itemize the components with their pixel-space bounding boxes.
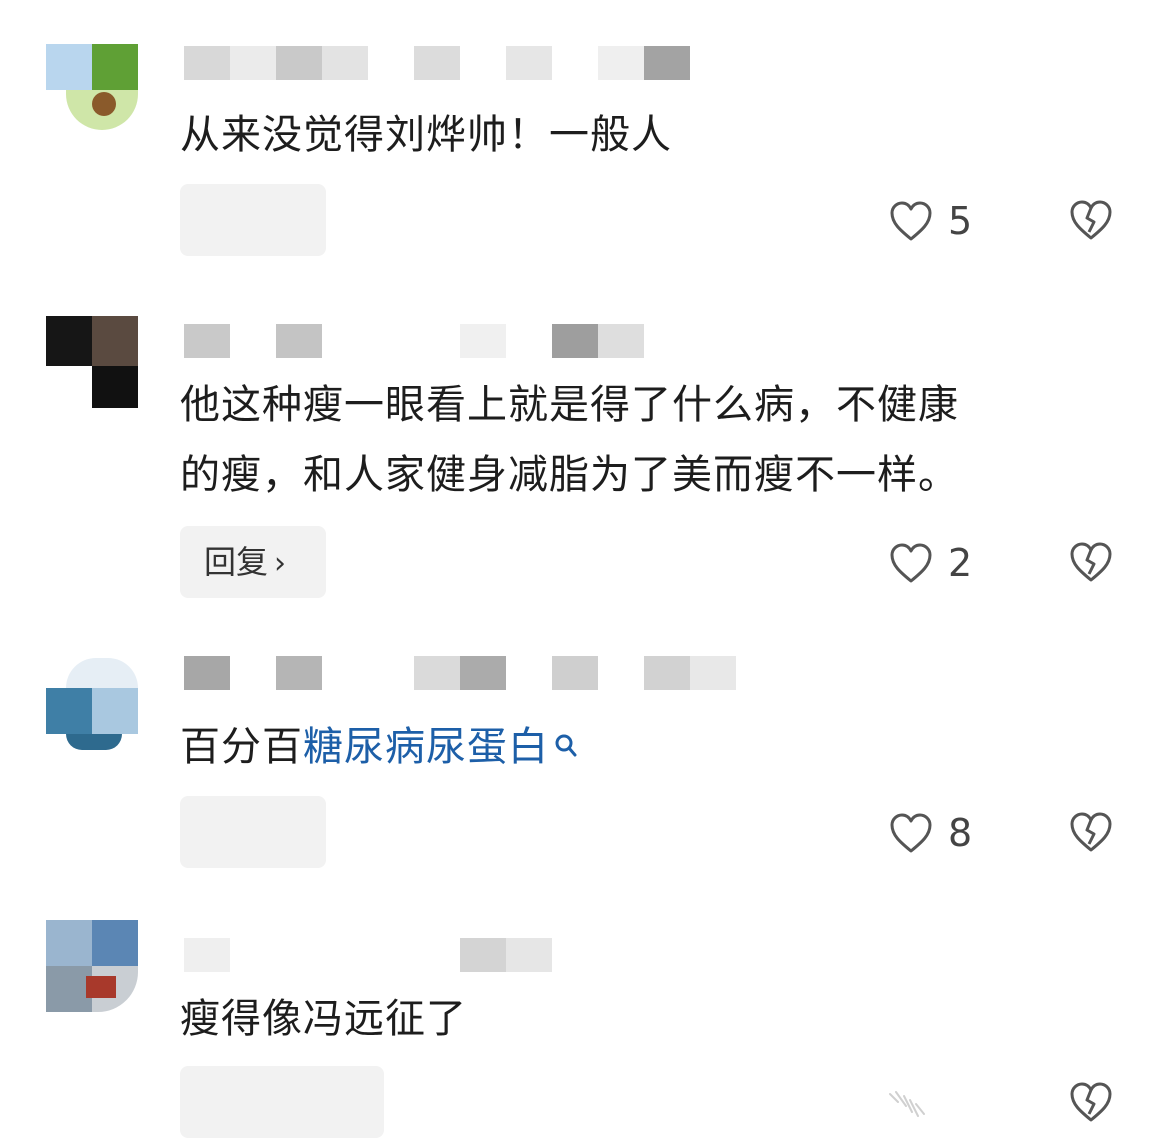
comment-text: 瘦得像冯远征了: [180, 996, 467, 1042]
comment-text: 百分百糖尿病尿蛋白: [180, 712, 579, 784]
avatar[interactable]: [46, 658, 138, 750]
comment-item: 瘦得像冯远征了: [0, 910, 1169, 1140]
comment-item: 百分百糖尿病尿蛋白 8: [0, 640, 1169, 910]
username-redacted: [184, 656, 736, 690]
reply-button[interactable]: [180, 796, 326, 868]
broken-heart-icon: [1068, 812, 1114, 858]
broken-heart-icon: [1068, 1082, 1114, 1128]
chevron-right-icon: ›: [274, 546, 287, 581]
avatar[interactable]: [46, 44, 138, 136]
like-count: 2: [948, 541, 973, 585]
avatar[interactable]: [46, 316, 138, 408]
broken-heart-icon: [1068, 542, 1114, 588]
like-button[interactable]: 2: [888, 538, 972, 588]
dislike-button[interactable]: [1068, 540, 1114, 586]
comment-item: 他这种瘦一眼看上就是得了什么病，不健康 的瘦，和人家健身减脂为了美而瘦不一样。 …: [0, 300, 1169, 630]
reply-button[interactable]: [180, 1066, 384, 1138]
like-button[interactable]: 5: [888, 196, 972, 246]
search-keyword-link[interactable]: 糖尿病尿蛋白: [303, 724, 549, 770]
reply-label: 回复: [204, 543, 269, 581]
comment-text-line-2: 的瘦，和人家健身减脂为了美而瘦不一样。: [180, 452, 959, 498]
avatar[interactable]: [46, 920, 138, 1012]
dislike-button[interactable]: [1068, 810, 1114, 856]
username-redacted: [184, 938, 552, 972]
like-count: 8: [948, 811, 973, 855]
reply-button[interactable]: [180, 184, 326, 256]
like-button[interactable]: 8: [888, 808, 972, 858]
username-redacted: [184, 324, 644, 358]
broken-heart-icon: [1068, 200, 1114, 246]
comment-text-line-1: 他这种瘦一眼看上就是得了什么病，不健康: [180, 382, 959, 428]
reply-button[interactable]: 回复 ›: [180, 526, 326, 598]
search-icon[interactable]: [553, 714, 579, 784]
comment-item: 从来没觉得刘烨帅！一般人 5: [0, 0, 1169, 290]
like-count: 5: [948, 199, 973, 243]
comment-text: 从来没觉得刘烨帅！一般人: [180, 112, 672, 158]
watermark-logo: [884, 1086, 930, 1122]
heart-outline-icon: [888, 199, 934, 243]
dislike-button[interactable]: [1068, 198, 1114, 244]
heart-outline-icon: [888, 811, 934, 855]
heart-outline-icon: [888, 541, 934, 585]
username-redacted: [184, 46, 690, 80]
dislike-button[interactable]: [1068, 1080, 1114, 1126]
comment-text-plain: 百分百: [180, 724, 303, 770]
